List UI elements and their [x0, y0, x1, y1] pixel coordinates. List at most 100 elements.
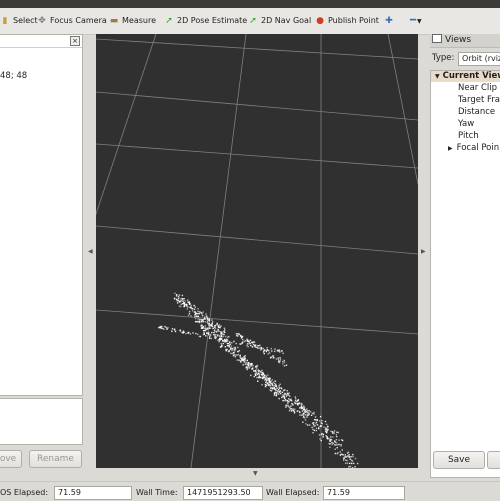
tree-row-current-view[interactable]: ▼ Current View	[431, 71, 500, 82]
cloud-point	[247, 346, 249, 348]
tool-2d-nav-goal[interactable]: ➚ 2D Nav Goal	[248, 13, 311, 29]
cloud-point	[240, 361, 242, 363]
cloud-point	[236, 359, 238, 361]
cloud-point	[220, 325, 222, 327]
cloud-point	[193, 308, 196, 310]
cloud-point	[162, 327, 164, 330]
cloud-point	[203, 332, 205, 334]
remove-tool-menu-button[interactable]: ━▼	[410, 13, 422, 29]
tool-measure[interactable]: ▬ Measure	[109, 13, 156, 29]
cloud-point	[237, 335, 239, 337]
cloud-point	[270, 390, 273, 392]
tool-publish-point[interactable]: ● Publish Point	[315, 13, 379, 29]
cloud-point	[329, 446, 331, 448]
cloud-point	[229, 343, 231, 346]
cloud-point	[222, 340, 224, 342]
cloud-point	[282, 399, 285, 402]
collapse-left-icon[interactable]: ◀	[88, 248, 93, 255]
expand-triangle-icon[interactable]: ▼	[435, 73, 440, 80]
cloud-point	[243, 361, 245, 364]
cloud-point	[161, 325, 163, 328]
view-type-select[interactable]: Orbit (rviz)	[458, 52, 500, 66]
tree-row-distance[interactable]: Distance	[458, 107, 495, 118]
cloud-point	[193, 315, 196, 318]
cloud-point	[206, 328, 208, 331]
ros-elapsed-field: 71.59	[54, 486, 132, 500]
cloud-point	[285, 406, 287, 408]
cloud-point	[230, 348, 232, 350]
cloud-point	[320, 425, 323, 427]
cloud-point	[283, 392, 286, 395]
cloud-point	[202, 326, 204, 328]
close-icon[interactable]: ×	[70, 36, 80, 46]
cloud-point	[199, 311, 201, 313]
tree-row-near-clip[interactable]: Near Clip ...	[458, 83, 500, 94]
cloud-point	[308, 410, 310, 412]
cloud-point	[332, 432, 334, 435]
collapse-right-icon[interactable]: ▶	[421, 248, 426, 255]
remove-button[interactable]: ove	[0, 450, 22, 468]
cloud-point	[190, 304, 192, 307]
cloud-point	[177, 299, 180, 301]
point-cloud	[158, 292, 359, 468]
cloud-point	[215, 331, 218, 333]
tree-row-pitch[interactable]: Pitch	[458, 131, 479, 142]
cloud-point	[262, 373, 264, 375]
cloud-point	[318, 434, 321, 436]
3d-scene[interactable]	[96, 34, 418, 468]
cloud-point	[242, 338, 244, 341]
add-tool-button[interactable]: ✚	[384, 13, 397, 29]
view-properties-tree[interactable]: ▼Current View Near Clip ... Target Fra D…	[430, 70, 500, 478]
cloud-point	[296, 402, 298, 405]
cloud-point	[177, 295, 180, 298]
tool-2d-pose-estimate[interactable]: ➚ 2D Pose Estimate	[164, 13, 247, 29]
ruler-icon: ▬	[109, 16, 119, 26]
collapsed-triangle-icon[interactable]: ▶	[448, 145, 453, 152]
cloud-point	[333, 440, 336, 442]
remove-view-button[interactable]	[487, 451, 500, 469]
cloud-point	[201, 314, 204, 317]
cloud-point	[278, 361, 281, 364]
cloud-point	[208, 324, 210, 326]
cloud-point	[256, 365, 258, 368]
cloud-point	[330, 430, 332, 433]
cloud-point	[272, 355, 274, 357]
cloud-point	[276, 392, 278, 394]
tree-row-focal-point[interactable]: ▶ Focal Poin	[448, 143, 499, 154]
tool-focus-camera-label: Focus Camera	[50, 16, 107, 25]
cloud-point	[207, 327, 209, 329]
cloud-point	[322, 434, 324, 436]
cloud-point	[274, 348, 276, 350]
cloud-point	[196, 315, 198, 317]
tree-row-target-frame[interactable]: Target Fra	[458, 95, 500, 106]
render-viewport[interactable]	[96, 34, 418, 468]
view-type-row: Type: Orbit (rviz)	[430, 51, 500, 67]
displays-tree[interactable]: × 48; 48	[0, 34, 83, 396]
cloud-point	[221, 344, 223, 346]
cloud-point	[206, 315, 208, 318]
wall-elapsed-label: Wall Elapsed:	[266, 488, 320, 497]
cloud-point	[276, 389, 278, 392]
cloud-point	[298, 410, 301, 413]
cloud-point	[190, 315, 192, 317]
cloud-point	[347, 454, 349, 457]
cloud-point	[309, 411, 312, 413]
cloud-point	[334, 444, 336, 446]
cloud-point	[328, 437, 330, 440]
collapse-bottom-icon[interactable]: ▼	[253, 470, 258, 477]
cloud-point	[321, 420, 323, 422]
cloud-point	[349, 465, 352, 468]
rename-button[interactable]: Rename	[29, 450, 82, 468]
cloud-point	[321, 432, 323, 435]
cloud-point	[265, 375, 268, 377]
wall-time-field: 1471951293.50	[183, 486, 263, 500]
cloud-point	[266, 377, 268, 379]
cloud-point	[294, 408, 296, 410]
tool-focus-camera[interactable]: ✥ Focus Camera	[37, 13, 107, 29]
cloud-point	[304, 411, 306, 413]
cloud-point	[232, 352, 234, 355]
tool-select[interactable]: ▮ Select	[0, 13, 38, 29]
save-view-button[interactable]: Save	[433, 451, 485, 469]
plus-icon: ✚	[385, 16, 393, 26]
tree-row-yaw[interactable]: Yaw	[458, 119, 474, 130]
